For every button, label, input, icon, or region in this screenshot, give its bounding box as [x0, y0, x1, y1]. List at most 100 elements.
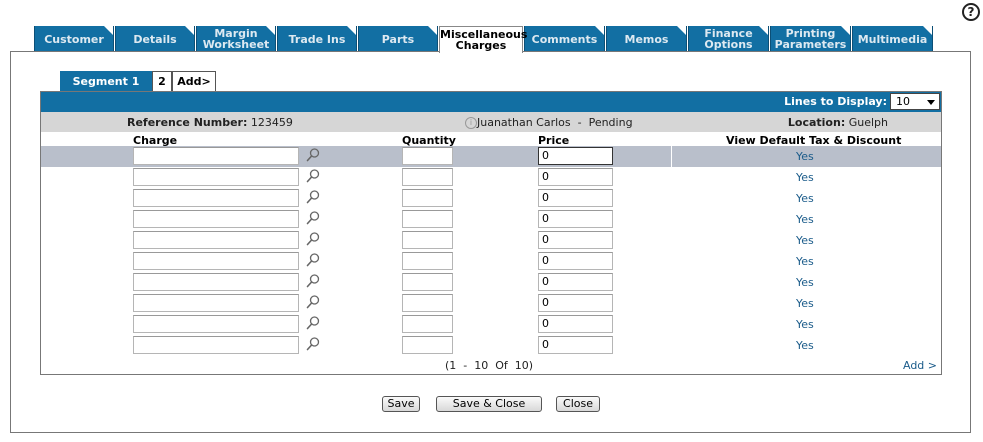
price-input[interactable]: 0 — [538, 252, 613, 270]
charge-input[interactable] — [133, 273, 299, 291]
price-input[interactable]: 0 — [538, 210, 613, 228]
table-row: 0 Yes — [41, 272, 941, 293]
quantity-input[interactable] — [402, 294, 453, 312]
quantity-input[interactable] — [402, 252, 453, 270]
location-value: Guelph — [848, 116, 888, 129]
tab-label: Details — [133, 32, 177, 46]
table-row: 0 Yes — [41, 251, 941, 272]
table-row: 0 Yes — [41, 167, 941, 188]
tab-details[interactable]: Details — [115, 26, 195, 52]
charge-input[interactable] — [133, 147, 299, 165]
tab-miscellaneous-charges[interactable]: Miscellaneous Charges — [439, 26, 528, 53]
magnifier-icon[interactable] — [305, 168, 321, 184]
pager-status: (1 - 10 Of 10) — [445, 359, 534, 372]
customer-name-status: Juanathan Carlos - Pending — [477, 116, 633, 129]
info-icon[interactable]: i — [465, 117, 477, 129]
table-row: 0 Yes — [41, 146, 941, 167]
reference-number: Reference Number: 123459 — [127, 116, 293, 129]
charge-input[interactable] — [133, 336, 299, 354]
tab-label: Margin Worksheet — [202, 27, 270, 51]
magnifier-icon[interactable] — [305, 294, 321, 310]
quantity-input[interactable] — [402, 168, 453, 186]
lines-to-display-label: Lines to Display: — [784, 95, 887, 108]
tab-label: Miscellaneous Charges — [440, 28, 528, 52]
location: Location: Guelph — [788, 116, 888, 129]
tab-printing-parameters[interactable]: Printing Parameters — [770, 26, 851, 52]
segment-label: 2 — [158, 75, 166, 88]
tab-memos[interactable]: Memos — [606, 26, 687, 52]
quantity-input[interactable] — [402, 336, 453, 354]
price-input[interactable]: 0 — [538, 294, 613, 312]
reference-label: Reference Number: — [127, 116, 248, 129]
segment-tab-2[interactable]: 2 — [152, 71, 172, 91]
quantity-input[interactable] — [402, 231, 453, 249]
magnifier-icon[interactable] — [305, 336, 321, 352]
price-input[interactable]: 0 — [538, 189, 613, 207]
quantity-input[interactable] — [402, 273, 453, 291]
quantity-input[interactable] — [402, 189, 453, 207]
price-input[interactable]: 0 — [538, 315, 613, 333]
tab-comments[interactable]: Comments — [524, 26, 605, 52]
segment-label: Add> — [177, 75, 211, 88]
charge-input[interactable] — [133, 210, 299, 228]
record-info-bar: Reference Number: 123459 i Juanathan Carl… — [41, 112, 941, 132]
magnifier-icon[interactable] — [305, 210, 321, 226]
tax-discount-link[interactable]: Yes — [796, 234, 814, 247]
grid-toolbar: Lines to Display: 10 — [41, 92, 941, 112]
price-input[interactable]: 0 — [538, 273, 613, 291]
price-input[interactable]: 0 — [538, 336, 613, 354]
table-row: 0 Yes — [41, 188, 941, 209]
table-row: 0 Yes — [41, 209, 941, 230]
save-close-button[interactable]: Save & Close — [436, 396, 542, 412]
help-icon[interactable]: ? — [962, 3, 980, 21]
price-input[interactable]: 0 — [538, 147, 613, 165]
quantity-input[interactable] — [402, 210, 453, 228]
magnifier-icon[interactable] — [305, 231, 321, 247]
tax-discount-link[interactable]: Yes — [796, 192, 814, 205]
tab-customer[interactable]: Customer — [34, 26, 114, 52]
magnifier-icon[interactable] — [305, 147, 321, 163]
segment-label: Segment 1 — [72, 75, 140, 88]
chevron-down-icon — [927, 100, 935, 105]
tax-discount-link[interactable]: Yes — [796, 339, 814, 352]
lines-to-display-select[interactable]: 10 — [890, 93, 940, 110]
tax-discount-link[interactable]: Yes — [796, 276, 814, 289]
table-row: 0 Yes — [41, 335, 941, 356]
tab-parts[interactable]: Parts — [358, 26, 438, 52]
magnifier-icon[interactable] — [305, 252, 321, 268]
price-input[interactable]: 0 — [538, 168, 613, 186]
tax-discount-link[interactable]: Yes — [796, 213, 814, 226]
table-row: 0 Yes — [41, 293, 941, 314]
reference-value: 123459 — [250, 116, 293, 129]
tab-trade-ins[interactable]: Trade Ins — [277, 26, 357, 52]
tab-label: Multimedia — [857, 32, 928, 46]
add-line-link[interactable]: Add > — [903, 359, 937, 372]
charge-input[interactable] — [133, 294, 299, 312]
magnifier-icon[interactable] — [305, 315, 321, 331]
table-row: 0 Yes — [41, 230, 941, 251]
segment-tab-1[interactable]: Segment 1 — [60, 71, 152, 91]
tab-multimedia[interactable]: Multimedia — [852, 26, 933, 52]
tax-discount-link[interactable]: Yes — [796, 297, 814, 310]
tax-discount-link[interactable]: Yes — [796, 171, 814, 184]
charge-input[interactable] — [133, 168, 299, 186]
quantity-input[interactable] — [402, 147, 453, 165]
lines-to-display-value: 10 — [896, 95, 910, 108]
magnifier-icon[interactable] — [305, 273, 321, 289]
charge-input[interactable] — [133, 252, 299, 270]
save-button[interactable]: Save — [382, 396, 420, 412]
charge-input[interactable] — [133, 189, 299, 207]
tax-discount-link[interactable]: Yes — [796, 318, 814, 331]
customer-status: i Juanathan Carlos - Pending — [465, 116, 633, 129]
tax-discount-link[interactable]: Yes — [796, 150, 814, 163]
magnifier-icon[interactable] — [305, 189, 321, 205]
tax-discount-link[interactable]: Yes — [796, 255, 814, 268]
tab-finance-options[interactable]: Finance Options — [688, 26, 769, 52]
price-input[interactable]: 0 — [538, 231, 613, 249]
charge-input[interactable] — [133, 315, 299, 333]
segment-add-tab[interactable]: Add> — [172, 71, 216, 91]
close-button[interactable]: Close — [556, 396, 600, 412]
quantity-input[interactable] — [402, 315, 453, 333]
charge-input[interactable] — [133, 231, 299, 249]
tab-margin-worksheet[interactable]: Margin Worksheet — [196, 26, 276, 52]
